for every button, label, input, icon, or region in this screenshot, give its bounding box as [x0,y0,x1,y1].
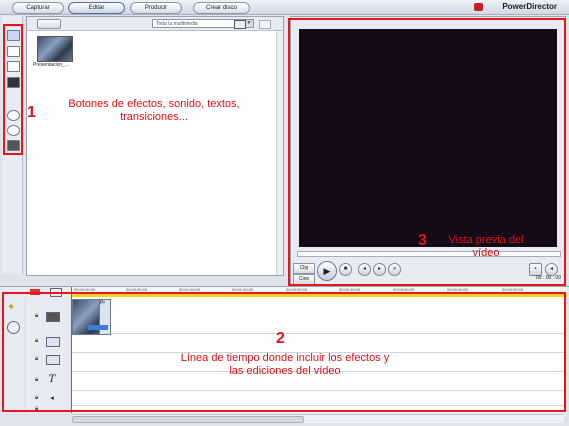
annotation-box-1 [3,24,23,155]
annotation-number-2: 2 [276,330,285,347]
annotation-text-2: Línea de tiempo donde incluir los efecto… [180,352,390,377]
annotation-text-3: Vista previa del vídeo [448,234,524,259]
annotation-number-3: 3 [418,232,427,249]
folder-icon[interactable] [37,19,61,29]
media-item-label: Presentacion_... [33,62,70,68]
timeline-scrollbar[interactable] [72,414,564,423]
import-icon[interactable] [234,20,246,29]
tab-producir[interactable]: Producir [130,2,182,14]
tab-editar[interactable]: Editar [68,2,125,14]
tab-capturar[interactable]: Capturar [12,2,64,14]
library-toolbar: Toda la multimedia ▼ [27,17,283,31]
media-library-panel: Toda la multimedia ▼ Presentacion_... [26,16,284,276]
annotation-text-1: Botones de efectos, sonido, textos, tran… [68,98,240,123]
annotation-number-1: 1 [27,104,36,121]
media-thumbnail[interactable] [37,36,73,62]
media-filter-value: Toda la multimedia [156,21,198,27]
brand-logo-icon [474,3,483,11]
timeline-scroll-thumb[interactable] [72,416,304,423]
top-toolbar: Capturar Editar Producir Crear disco Pow… [0,0,569,15]
library-scrollbar[interactable] [276,31,283,275]
detail-view-icon[interactable] [259,20,271,29]
brand-name: PowerDirector [502,2,557,11]
tab-crear-disco[interactable]: Crear disco [193,2,250,14]
